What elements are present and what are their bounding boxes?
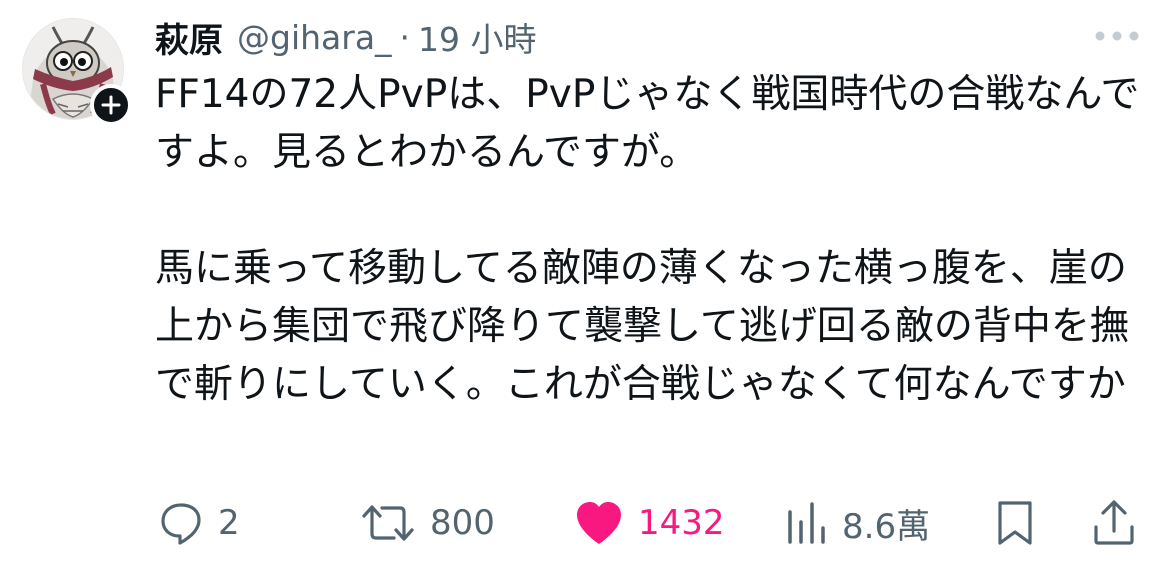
tweet-header: 萩原 @gihara_ · 19 小時 [155,12,537,62]
heart-icon [577,502,621,544]
tweet-paragraph-1: FF14の72人PvPは、PvPじゃなく戦国時代の合戦なんですよ。見るとわかるん… [155,72,1140,175]
views-chart-icon [788,502,825,544]
author-handle[interactable]: @gihara_ [237,18,392,57]
author-display-name[interactable]: 萩原 [155,13,223,62]
reply-count: 2 [218,503,240,543]
retweet-count: 800 [430,503,495,543]
like-count: 1432 [638,503,725,543]
tweet-text: FF14の72人PvPは、PvPじゃなく戦国時代の合戦なんですよ。見るとわかるん… [155,66,1145,414]
reply-icon [161,503,201,545]
more-menu-button[interactable] [1092,24,1142,48]
paragraph-spacer [155,182,1145,240]
more-dots-icon [1095,31,1139,41]
share-button[interactable] [1092,497,1136,549]
share-icon [1094,500,1134,545]
views-count: 8.6萬 [842,506,931,547]
avatar-container[interactable] [22,18,132,126]
retweet-button[interactable]: 800 [360,497,495,549]
plus-icon [101,95,121,115]
reply-button[interactable]: 2 [158,497,240,549]
like-button[interactable]: 1432 [574,497,725,549]
follow-button[interactable] [90,84,132,126]
retweet-icon [362,505,414,541]
bookmark-button[interactable] [995,497,1035,549]
views-button[interactable]: 8.6萬 [786,497,930,549]
tweet-paragraph-2: 馬に乗って移動してる敵陣の薄くなった横っ腹を、崖の上から集団で飛び降りて襲撃して… [155,246,1129,407]
separator-dot: · [399,17,411,57]
bookmark-icon [998,501,1032,545]
tweet-timestamp[interactable]: 19 小時 [418,13,536,61]
